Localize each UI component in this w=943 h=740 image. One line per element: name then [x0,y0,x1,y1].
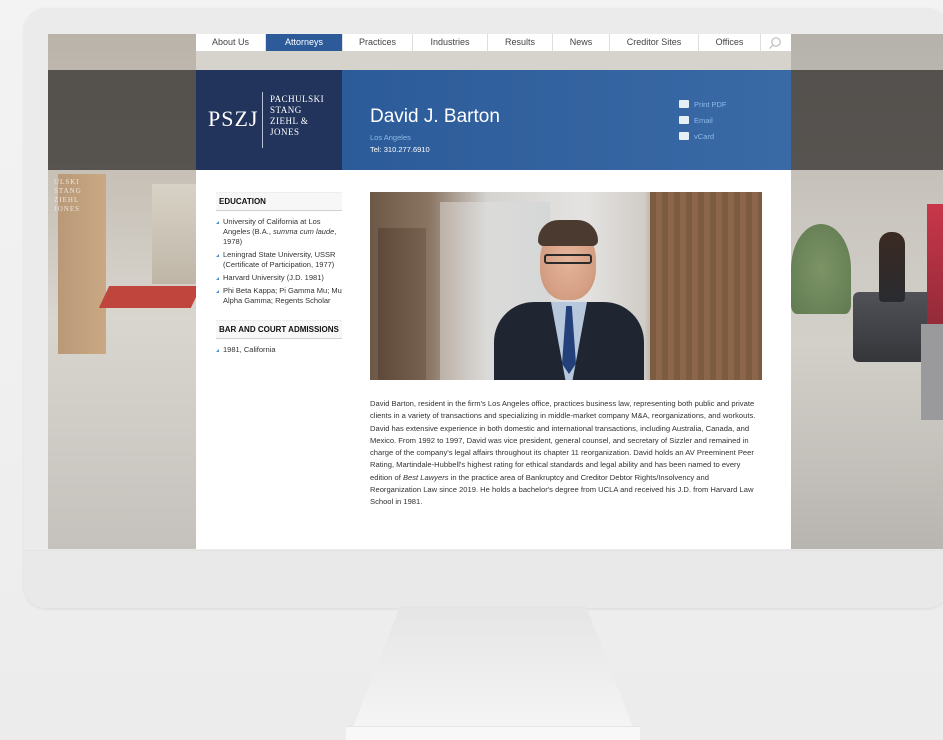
nav-attorneys[interactable]: Attorneys [266,34,343,51]
logo-divider [262,92,263,148]
logo-names: PACHULSKI STANG ZIEHL & JONES [270,94,325,137]
nav-news[interactable]: News [553,34,610,51]
nav-results[interactable]: Results [488,34,553,51]
attorney-photo [370,192,762,380]
attorney-name: David J. Barton [370,106,500,127]
vcard-link[interactable]: vCard [679,130,727,142]
background-person [879,232,905,302]
nav-practices[interactable]: Practices [343,34,413,51]
background-flowers [927,204,943,334]
profile-actions: Print PDF Email vCard [679,98,727,146]
nav-creditor-sites[interactable]: Creditor Sites [610,34,699,51]
background-window [152,184,196,284]
education-title: EDUCATION [216,192,342,211]
print-pdf-link[interactable]: Print PDF [679,98,727,110]
stage: ULSKI STANG ZIEHL JONES About Us Attorne… [0,0,943,740]
background-plant [791,224,851,314]
education-item: Phi Beta Kappa; Pi Gamma Mu; Mu Alpha Ga… [216,286,342,306]
email-link[interactable]: Email [679,114,727,126]
background-red-bench [98,286,202,308]
logo-mark: PSZJ [208,106,259,131]
admissions-list: 1981, California [216,345,342,355]
admissions-title: BAR AND COURT ADMISSIONS [216,320,342,339]
screen: ULSKI STANG ZIEHL JONES About Us Attorne… [48,34,943,549]
education-item: University of California at Los Angeles … [216,217,342,247]
monitor-stand [348,606,638,740]
attorney-office-link[interactable]: Los Angeles [370,133,411,142]
background-sign: ULSKI STANG ZIEHL JONES [54,178,82,214]
profile-content: EDUCATION University of California at Lo… [196,170,791,549]
search-button[interactable] [761,34,789,51]
background-table [921,324,943,420]
nav-offices[interactable]: Offices [699,34,761,51]
monitor-stand-base [346,726,640,740]
printer-icon [679,100,689,108]
monitor-chin [24,550,943,608]
top-nav: About Us Attorneys Practices Industries … [196,34,791,51]
attorney-bio: David Barton, resident in the firm's Los… [370,399,756,507]
envelope-icon [679,116,689,124]
nav-industries[interactable]: Industries [413,34,488,51]
firm-logo[interactable]: PSZJ PACHULSKI STANG ZIEHL & JONES [196,70,342,170]
nav-about-us[interactable]: About Us [196,34,266,51]
education-list: University of California at Los Angeles … [216,217,342,306]
education-item: Harvard University (J.D. 1981) [216,273,342,283]
education-item: Leningrad State University, USSR (Certif… [216,250,342,270]
sidebar: EDUCATION University of California at Lo… [216,192,342,369]
admissions-item: 1981, California [216,345,342,355]
search-icon [769,36,781,49]
attorney-phone: Tel: 310.277.6910 [370,145,430,154]
attorney-header: David J. Barton Los Angeles Tel: 310.277… [342,70,791,170]
vcard-icon [679,132,689,140]
